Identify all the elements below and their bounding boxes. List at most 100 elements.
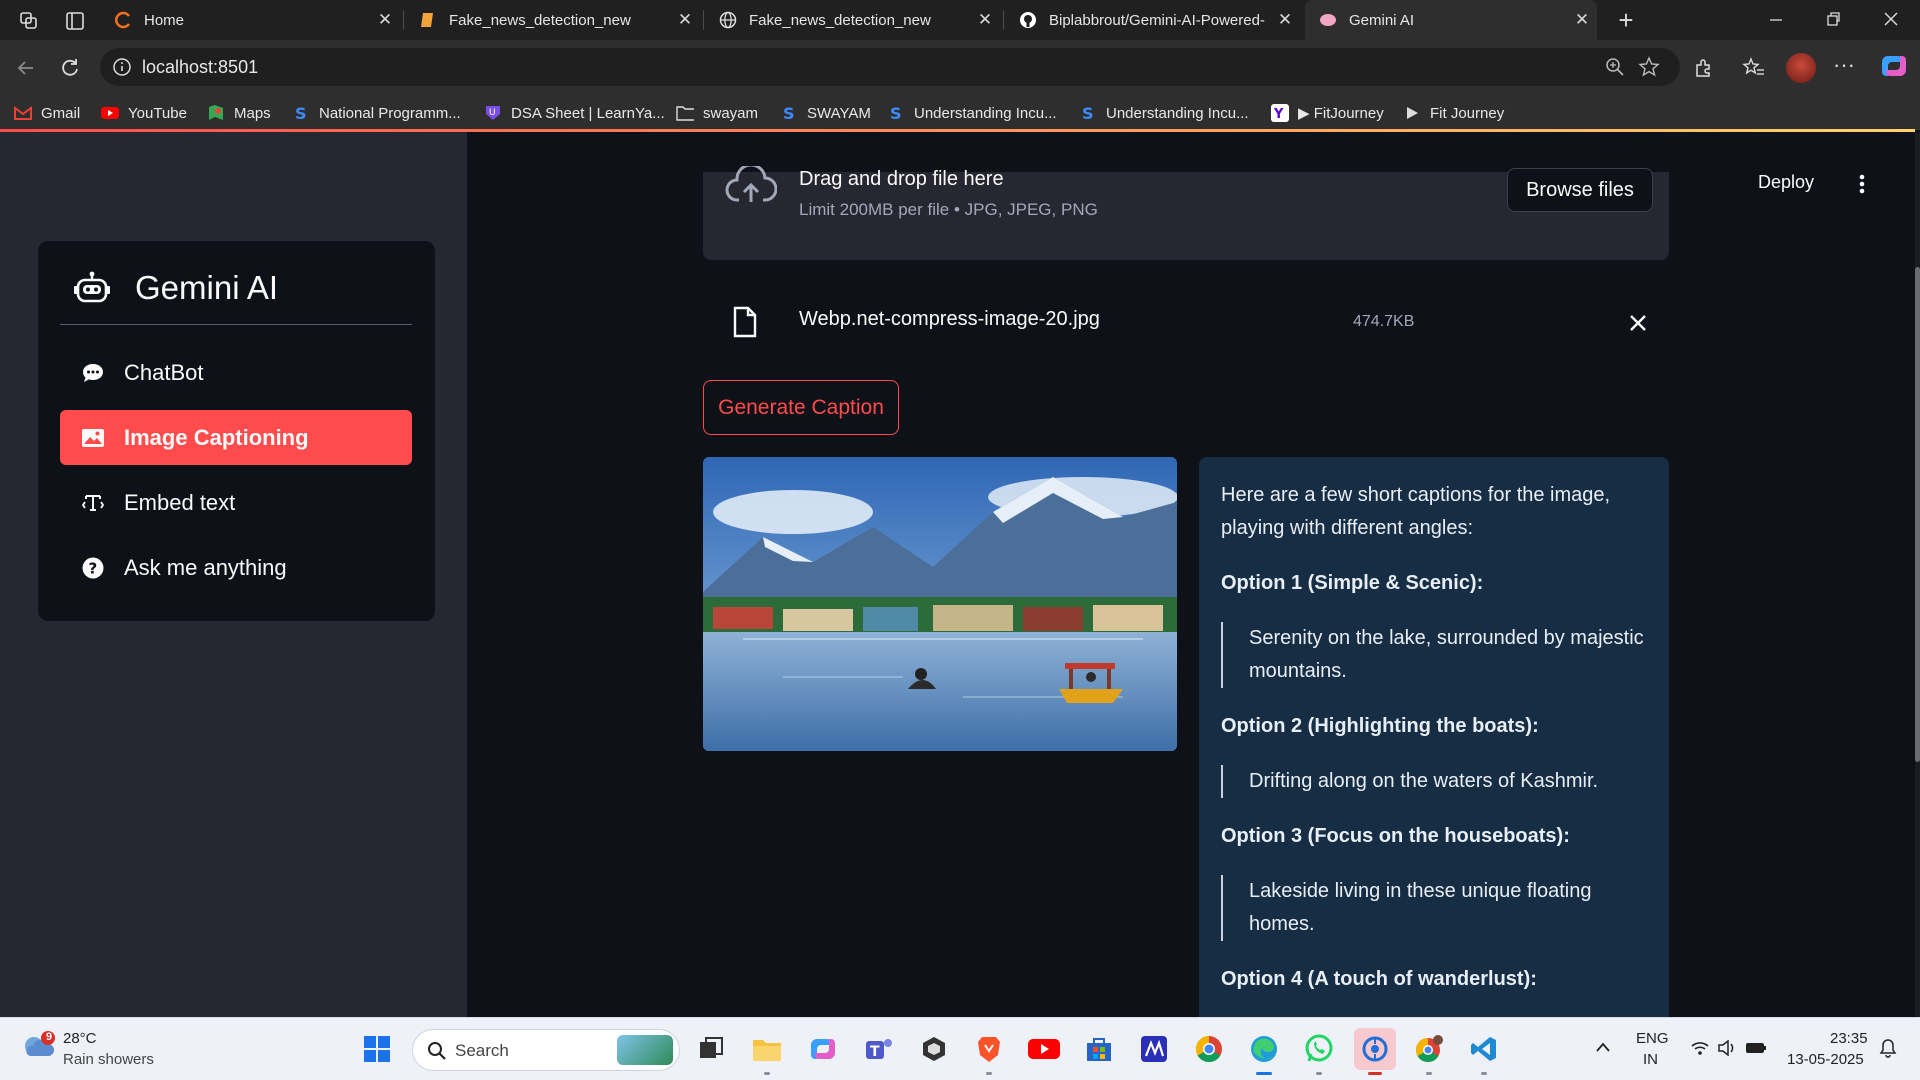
bookmark-understanding-1[interactable]: S Understanding Incu... [887,96,1057,130]
yahoo-icon: Y [1271,104,1289,122]
uploaded-file: Webp.net-compress-image-20.jpg 474.7KB [703,300,1669,350]
reload-icon[interactable] [58,56,82,80]
bookmark-gmail[interactable]: Gmail [14,96,80,130]
restore-icon[interactable] [1822,8,1844,30]
bookmark-fitjourney[interactable]: Y ▶ FitJourney [1271,96,1384,130]
extensions-icon[interactable] [1692,56,1716,80]
tab-fake-news-1[interactable]: Fake_news_detection_new ✕ [405,0,700,40]
main-menu-icon[interactable] [1852,170,1872,198]
start-button[interactable] [360,1032,394,1066]
menu-item-image-captioning[interactable]: Image Captioning [60,410,412,465]
svg-text:S: S [783,104,795,122]
close-tab-icon[interactable]: ✕ [970,10,1000,30]
uploaded-image [703,457,1177,751]
clock-time[interactable]: 23:35 [1830,1030,1868,1047]
scrollbar-thumb[interactable] [1915,267,1920,762]
menu-item-label: Embed text [124,489,236,515]
menu-item-label: Ask me anything [124,554,287,580]
menu-item-embed-text[interactable]: Embed text [60,475,412,530]
favorite-star-icon[interactable] [1638,56,1660,78]
chrome-profile-icon[interactable] [1412,1032,1446,1075]
bookmark-fit-journey[interactable]: Fit Journey [1403,96,1504,130]
generate-caption-button[interactable]: Generate Caption [703,380,899,435]
tab-divider [1003,10,1004,30]
chevron-up-icon[interactable] [1594,1040,1612,1054]
notifications-icon[interactable] [1878,1038,1898,1058]
search-icon [427,1041,447,1061]
cloud-upload-icon [725,163,778,206]
close-tab-icon[interactable]: ✕ [1270,10,1300,30]
math-app-icon[interactable] [1137,1032,1171,1066]
bookmark-national-programme[interactable]: S National Programm... [292,96,461,130]
file-explorer-icon[interactable] [750,1032,784,1075]
close-tab-icon[interactable]: ✕ [670,10,700,30]
menu-item-ask-me-anything[interactable]: ? Ask me anything [60,540,412,595]
edge-icon[interactable] [1247,1032,1281,1075]
question-icon: ? [80,555,106,581]
workspaces-icon[interactable] [18,10,40,32]
wifi-icon[interactable] [1690,1040,1710,1056]
microsoft-store-icon[interactable] [1082,1032,1116,1066]
close-tab-icon[interactable]: ✕ [370,10,400,30]
site-info-icon[interactable] [112,57,132,77]
unity-icon[interactable] [917,1032,951,1066]
bookmark-youtube[interactable]: YouTube [101,96,187,130]
teams-icon[interactable]: T [862,1032,896,1066]
file-dropzone[interactable]: Drag and drop file here Limit 200MB per … [703,163,1669,260]
weather-temperature: 28°C [63,1030,97,1047]
bookmark-label: Understanding Incu... [914,104,1057,122]
minimize-icon[interactable] [1765,8,1787,30]
swayam-s-icon: S [887,104,905,122]
remove-file-icon[interactable] [1627,312,1649,334]
chat-bubble-icon [80,360,106,386]
bookmark-swayam[interactable]: S SWAYAM [780,96,871,130]
more-menu-icon[interactable]: ··· [1832,54,1856,78]
volume-icon[interactable] [1717,1039,1737,1057]
deploy-button[interactable]: Deploy [1758,172,1814,193]
chrome-icon[interactable] [1192,1032,1226,1066]
task-view-icon[interactable] [694,1032,728,1066]
new-tab-icon[interactable]: + [1612,6,1640,34]
bookmark-dsa-sheet[interactable]: U DSA Sheet | LearnYa... [484,96,665,130]
menu-item-label: ChatBot [124,359,204,385]
tab-home[interactable]: Home ✕ [100,0,400,40]
youtube-app-icon[interactable] [1027,1032,1061,1066]
weather-widget-icon[interactable]: 9 [20,1030,56,1066]
bookmark-folder-swayam[interactable]: swayam [676,96,758,130]
caption-intro: Here are a few short captions for the im… [1221,484,1611,539]
menu-divider [60,324,412,325]
taskbar-search[interactable]: Search [412,1029,680,1071]
back-icon[interactable] [14,56,38,80]
copilot-app-icon[interactable] [806,1032,840,1066]
tab-title: Home [144,11,185,29]
menu-item-chatbot[interactable]: ChatBot [60,345,412,400]
close-tab-icon[interactable]: ✕ [1567,10,1597,30]
brave-icon[interactable] [972,1032,1006,1075]
svg-text:S: S [295,104,307,122]
vertical-tabs-icon[interactable] [64,10,86,32]
close-window-icon[interactable] [1880,8,1902,30]
battery-icon[interactable] [1745,1040,1767,1056]
caption-option-heading: Option 4 (A touch of wanderlust): [1221,968,1537,990]
snipping-tool-icon[interactable] [1354,1028,1396,1075]
zoom-icon[interactable] [1605,57,1625,77]
tab-fake-news-2[interactable]: Fake_news_detection_new ✕ [705,0,1000,40]
tab-divider [703,10,704,30]
clock-date[interactable]: 13-05-2025 [1787,1051,1864,1068]
browse-files-button[interactable]: Browse files [1507,168,1653,212]
bookmark-maps[interactable]: Maps [207,96,271,130]
youtube-icon [101,104,119,122]
profile-avatar[interactable] [1786,53,1816,83]
url-field[interactable]: localhost:8501 [100,48,1680,86]
page-scrollbar[interactable] [1915,132,1920,1017]
whatsapp-icon[interactable] [1302,1032,1336,1075]
language-indicator[interactable]: ENG [1636,1030,1669,1047]
bookmark-understanding-2[interactable]: S Understanding Incu... [1079,96,1249,130]
tab-gemini-ai[interactable]: Gemini AI ✕ [1305,0,1597,40]
favorites-icon[interactable] [1742,56,1766,80]
vscode-icon[interactable] [1467,1032,1501,1075]
copilot-icon[interactable] [1880,52,1908,80]
language-region: IN [1643,1051,1658,1068]
menu-item-label: Image Captioning [124,424,309,450]
tab-github[interactable]: Biplabbrout/Gemini-AI-Powered- ✕ [1005,0,1300,40]
